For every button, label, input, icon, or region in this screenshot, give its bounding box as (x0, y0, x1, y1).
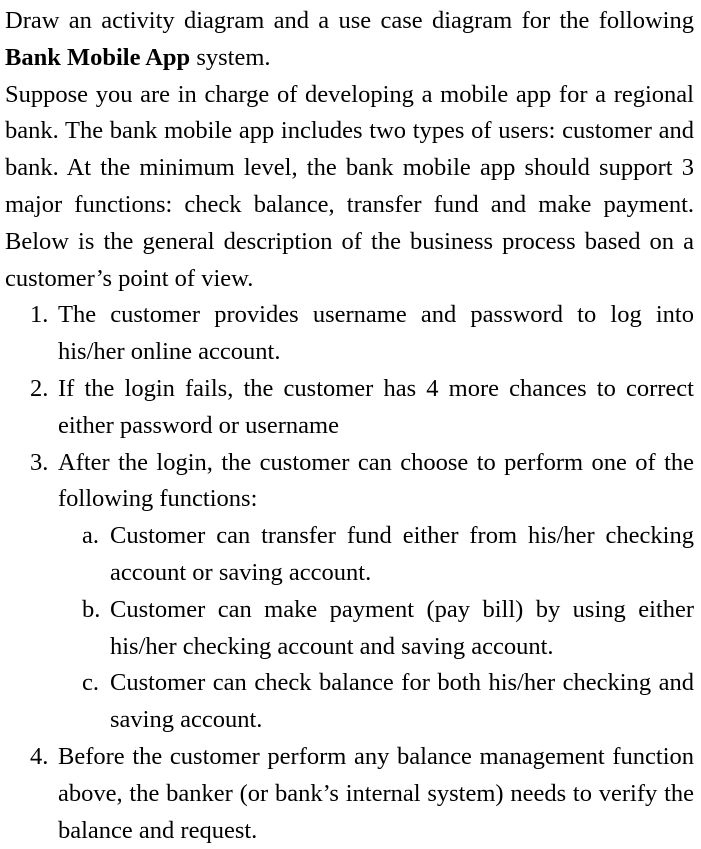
list-marker-2: 2. (30, 374, 49, 402)
list-marker-3: 3. (30, 448, 49, 476)
sub-list-item-c-text: Customer can check balance for both his/… (110, 669, 694, 734)
list-item-4: 4. Before the customer perform any balan… (5, 739, 694, 849)
sub-list-marker-c: c. (82, 669, 99, 697)
sub-list-item-c: c. Customer can check balance for both h… (58, 665, 694, 739)
intro-text-after-bold: system. (190, 43, 271, 71)
list-item-2: 2. If the login fails, the customer has … (5, 371, 694, 445)
list-item-4-text: Before the customer perform any balance … (58, 742, 694, 844)
document-page: Draw an activity diagram and a use case … (0, 0, 701, 844)
intro-paragraph: Draw an activity diagram and a use case … (5, 3, 694, 77)
list-item-2-text: If the login fails, the customer has 4 m… (58, 374, 694, 439)
sub-list-marker-b: b. (82, 595, 101, 623)
process-sub-steps-list: a. Customer can transfer fund either fro… (58, 518, 694, 739)
list-item-1-text: The customer provides username and passw… (58, 301, 694, 366)
sub-list-marker-a: a. (82, 522, 99, 550)
list-marker-1: 1. (30, 301, 49, 329)
list-item-3-text: After the login, the customer can choose… (58, 448, 694, 513)
sub-list-item-a: a. Customer can transfer fund either fro… (58, 518, 694, 592)
process-steps-list: 1. The customer provides username and pa… (5, 297, 694, 849)
sub-list-item-b-text: Customer can make payment (pay bill) by … (110, 595, 694, 660)
intro-text-before-bold: Draw an activity diagram and a use case … (5, 7, 694, 34)
list-item-1: 1. The customer provides username and pa… (5, 297, 694, 371)
system-name-bold: Bank Mobile App (5, 43, 191, 71)
list-marker-4: 4. (30, 742, 49, 770)
description-paragraph: Suppose you are in charge of developing … (5, 80, 694, 292)
list-item-3: 3. After the login, the customer can cho… (5, 445, 694, 739)
sub-list-item-a-text: Customer can transfer fund either from h… (110, 522, 694, 586)
sub-list-item-b: b. Customer can make payment (pay bill) … (58, 592, 694, 666)
